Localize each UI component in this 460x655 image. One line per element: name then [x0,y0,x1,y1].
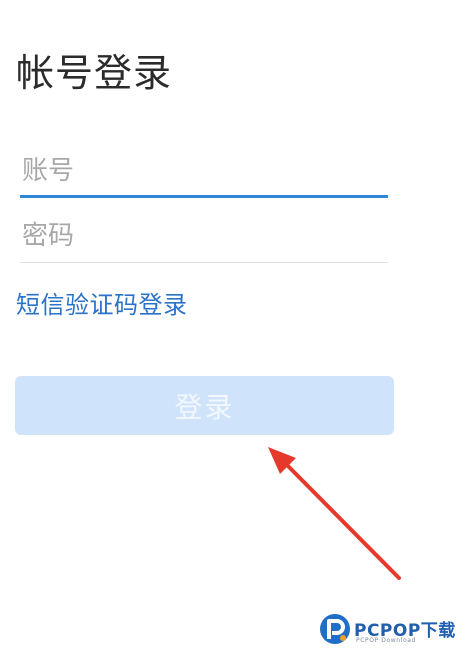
page-title: 帐号登录 [16,51,173,95]
password-input[interactable] [20,213,388,259]
password-underline [20,262,388,263]
watermark: PCPOP下载 PCPOP Download [318,610,458,650]
account-input[interactable] [20,148,388,194]
pcpop-logo-icon [320,614,350,644]
password-field [20,213,388,263]
login-button[interactable]: 登录 [15,376,394,435]
arrow-annotation [268,447,401,580]
account-underline [20,195,388,198]
login-screen: 帐号登录 短信验证码登录 登录 PCPOP下载 PCPOP Download [0,0,460,655]
account-field [20,148,388,198]
sms-login-link[interactable]: 短信验证码登录 [16,288,188,322]
watermark-tagline: PCPOP Download [356,637,416,644]
